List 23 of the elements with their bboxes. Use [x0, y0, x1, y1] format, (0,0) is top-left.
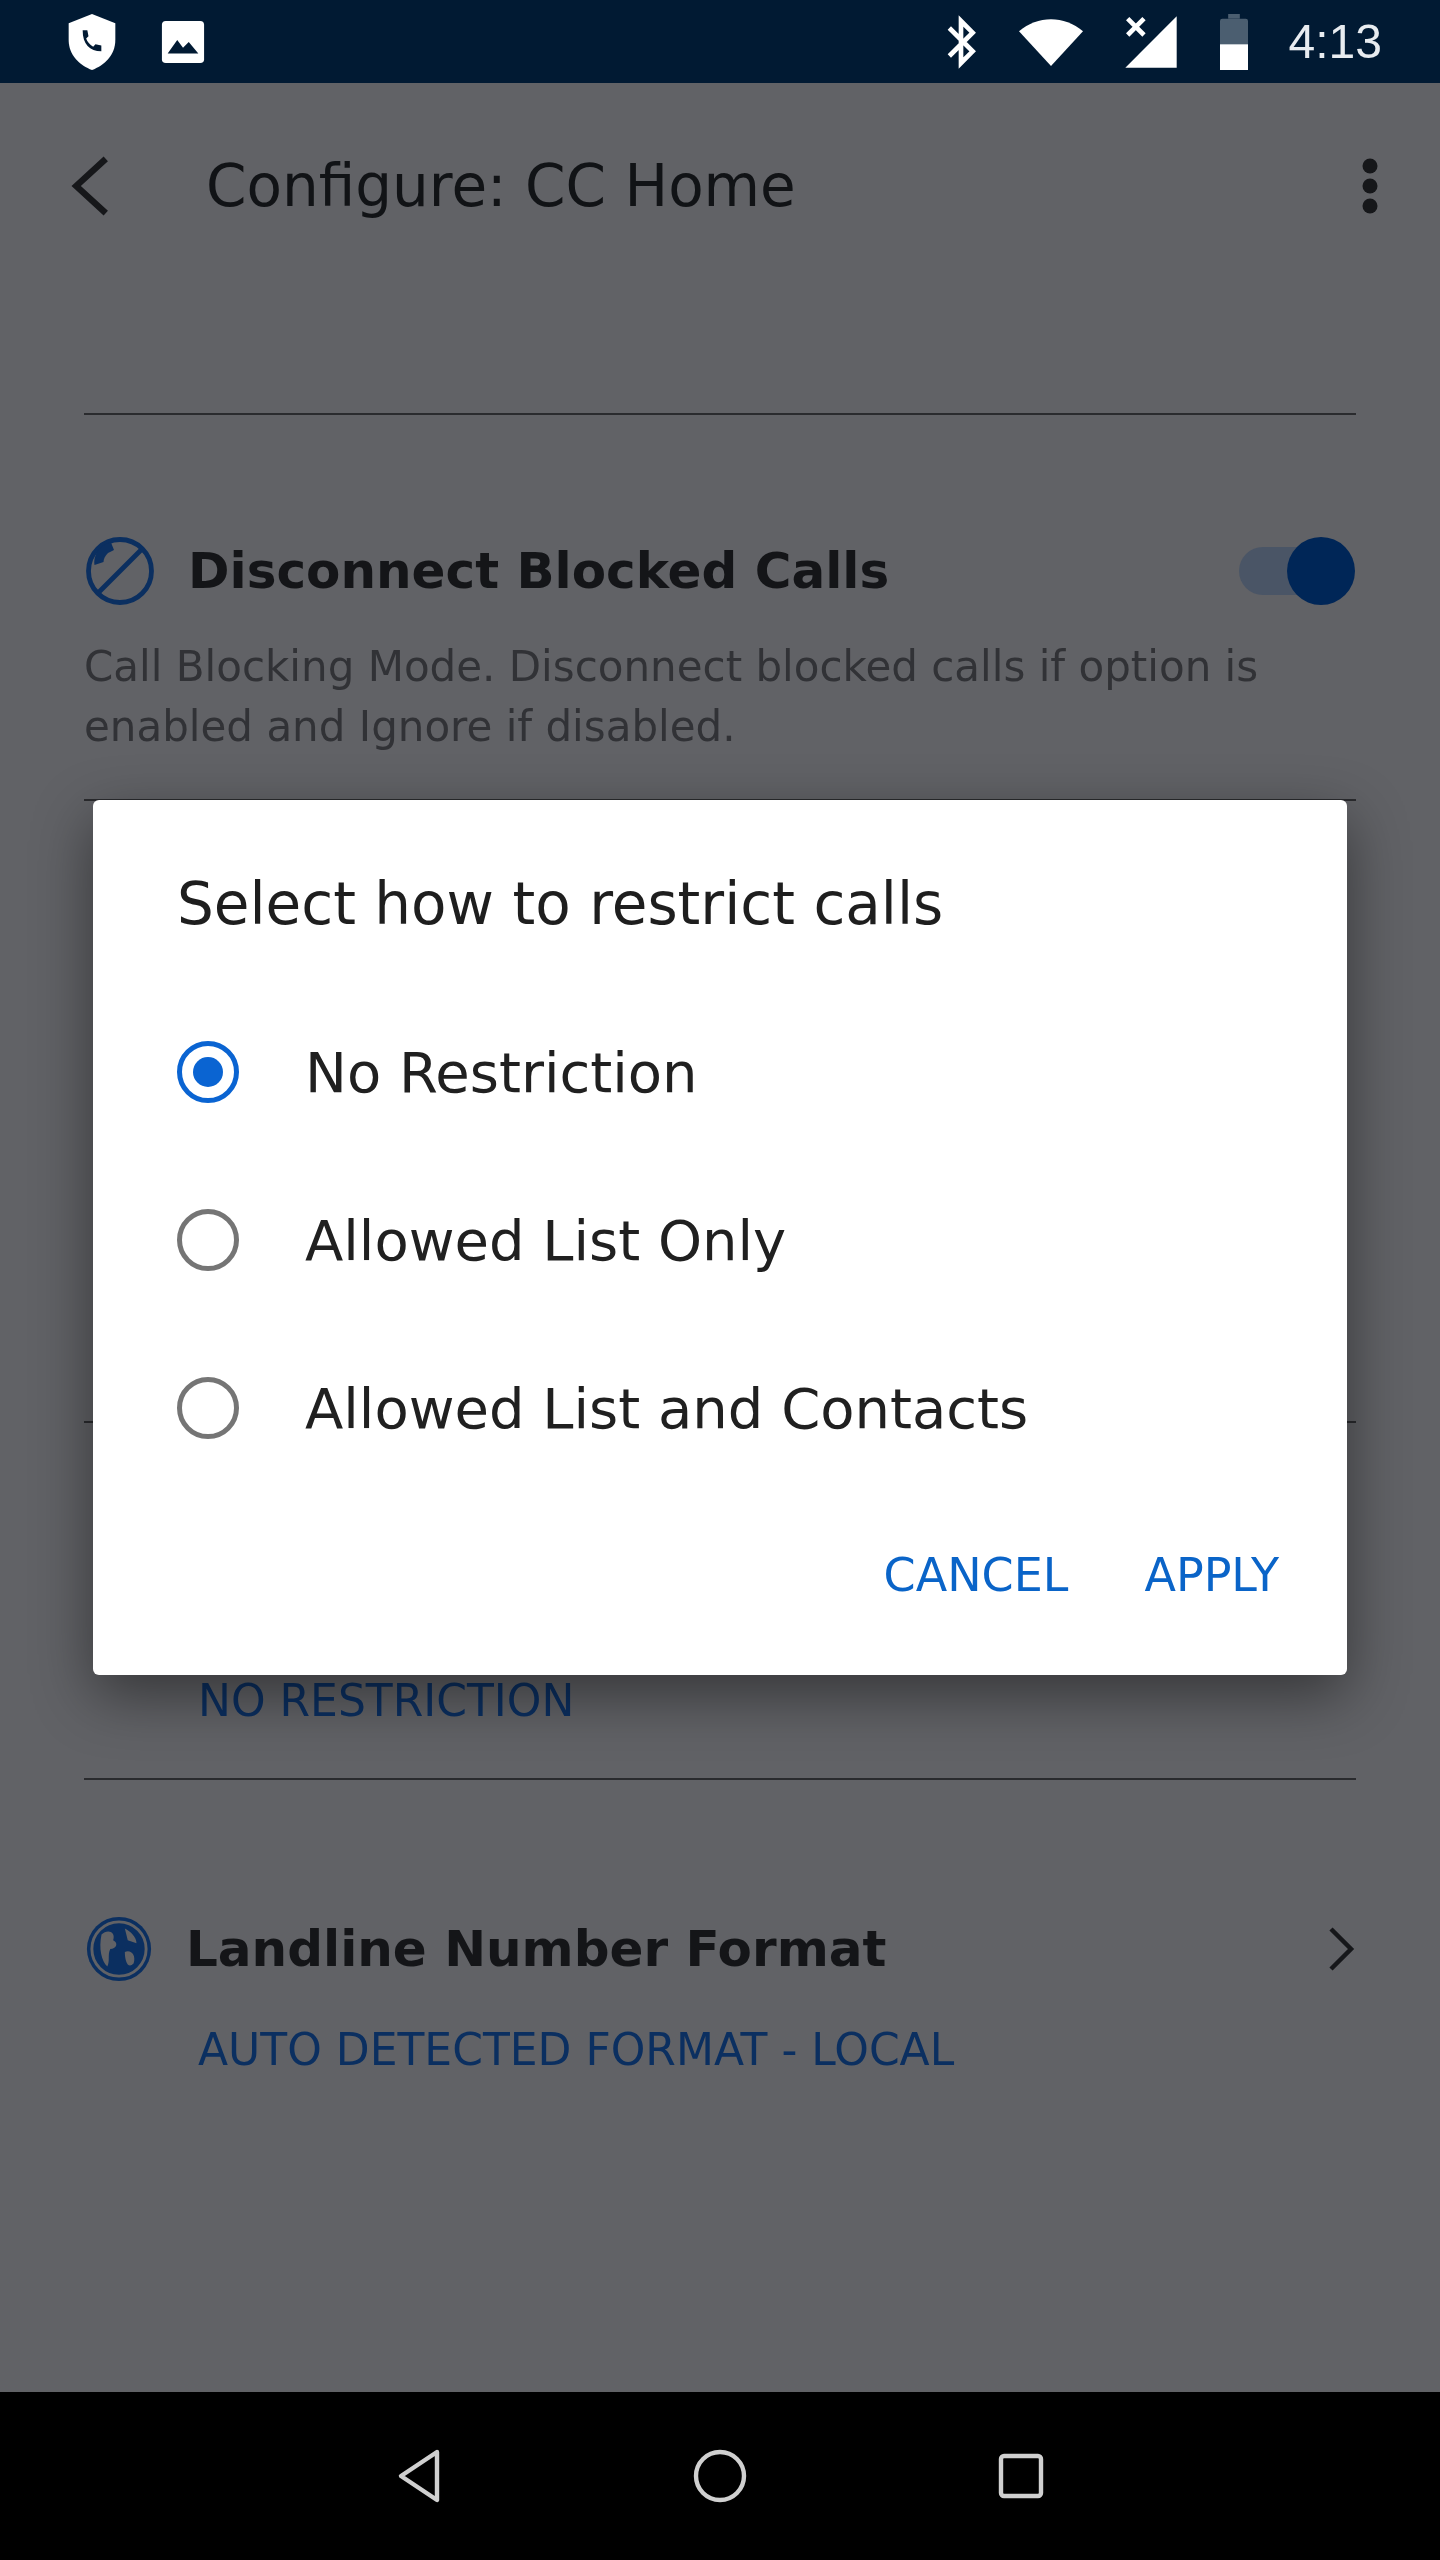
- option-label[interactable]: Allowed List Only: [305, 1207, 787, 1273]
- dialog-title: Select how to restrict calls: [177, 870, 945, 938]
- radio-button[interactable]: [177, 1209, 239, 1271]
- option-label[interactable]: No Restriction: [305, 1039, 698, 1105]
- cell-signal-icon: [1122, 13, 1179, 70]
- option-label[interactable]: Allowed List and Contacts: [305, 1375, 1029, 1441]
- dialog-button[interactable]: CANCEL: [859, 1528, 1093, 1622]
- radio-button[interactable]: [177, 1377, 239, 1439]
- image-icon: [160, 18, 206, 65]
- recents-nav-button[interactable]: [997, 2452, 1046, 2500]
- setting-title: Landline Number Format: [186, 1920, 888, 1978]
- radio-button[interactable]: [177, 1041, 239, 1103]
- setting-value: AUTO DETECTED FORMAT - LOCAL: [198, 2024, 956, 2075]
- screen-title: Configure: CC Home: [206, 151, 797, 220]
- phone-blocked-icon: [84, 535, 156, 607]
- clock-time: 4:13: [1288, 14, 1382, 69]
- dialog-button[interactable]: APPLY: [1120, 1528, 1303, 1622]
- battery-icon: [1218, 13, 1249, 70]
- wifi-icon: [1018, 16, 1083, 67]
- setting-value: NO RESTRICTION: [198, 1675, 576, 1726]
- setting-title: Disconnect Blocked Calls: [188, 542, 891, 600]
- home-nav-button[interactable]: [692, 2448, 748, 2504]
- globe-icon: [84, 1914, 154, 1984]
